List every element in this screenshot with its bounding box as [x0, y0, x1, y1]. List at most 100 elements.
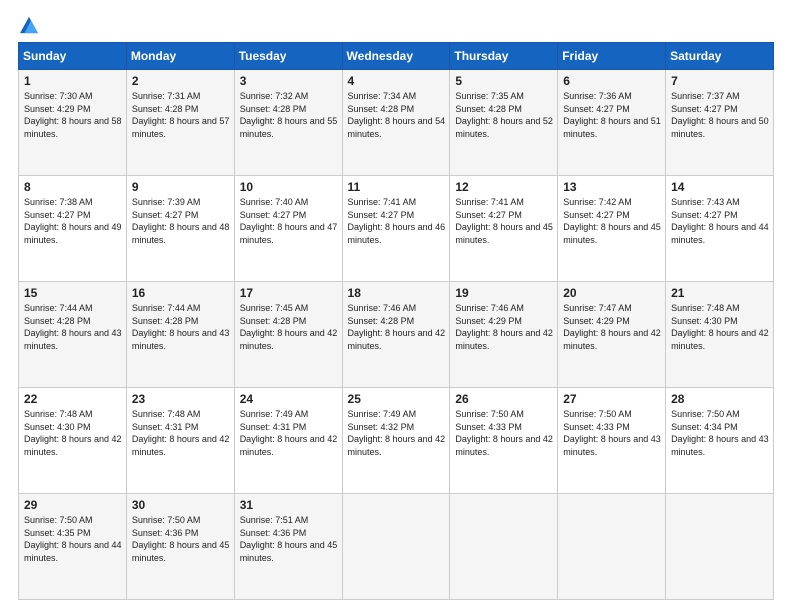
day-info: Sunrise: 7:38 AMSunset: 4:27 PMDaylight:…: [24, 196, 122, 246]
day-number: 2: [132, 74, 230, 88]
calendar-cell: 15Sunrise: 7:44 AMSunset: 4:28 PMDayligh…: [19, 282, 127, 388]
calendar-cell: 9 Sunrise: 7:39 AMSunset: 4:27 PMDaylight…: [126, 176, 234, 282]
calendar-cell: [558, 494, 666, 600]
day-info: Sunrise: 7:50 AMSunset: 4:36 PMDaylight:…: [132, 514, 230, 564]
day-info: Sunrise: 7:46 AMSunset: 4:28 PMDaylight:…: [348, 302, 446, 352]
calendar-week-row: 8 Sunrise: 7:38 AMSunset: 4:27 PMDaylight…: [19, 176, 774, 282]
day-number: 10: [240, 180, 338, 194]
day-info: Sunrise: 7:39 AMSunset: 4:27 PMDaylight:…: [132, 196, 230, 246]
day-number: 9: [132, 180, 230, 194]
day-info: Sunrise: 7:50 AMSunset: 4:35 PMDaylight:…: [24, 514, 122, 564]
calendar-cell: 29 Sunrise: 7:50 AMSunset: 4:35 PMDayligh…: [19, 494, 127, 600]
day-info: Sunrise: 7:35 AMSunset: 4:28 PMDaylight:…: [455, 90, 553, 140]
calendar-cell: 30 Sunrise: 7:50 AMSunset: 4:36 PMDayligh…: [126, 494, 234, 600]
day-number: 20: [563, 286, 661, 300]
day-info: Sunrise: 7:41 AMSunset: 4:27 PMDaylight:…: [455, 196, 553, 246]
calendar-cell: 1 Sunrise: 7:30 AMSunset: 4:29 PMDaylight…: [19, 70, 127, 176]
calendar-cell: 10 Sunrise: 7:40 AMSunset: 4:27 PMDayligh…: [234, 176, 342, 282]
calendar-cell: 24 Sunrise: 7:49 AMSunset: 4:31 PMDayligh…: [234, 388, 342, 494]
calendar-table: SundayMondayTuesdayWednesdayThursdayFrid…: [18, 42, 774, 600]
calendar-cell: 23 Sunrise: 7:48 AMSunset: 4:31 PMDayligh…: [126, 388, 234, 494]
day-info: Sunrise: 7:47 AMSunset: 4:29 PMDaylight:…: [563, 302, 661, 352]
page: SundayMondayTuesdayWednesdayThursdayFrid…: [0, 0, 792, 612]
calendar-cell: 8 Sunrise: 7:38 AMSunset: 4:27 PMDaylight…: [19, 176, 127, 282]
day-number: 13: [563, 180, 661, 194]
day-number: 28: [671, 392, 769, 406]
weekday-header-sunday: Sunday: [19, 43, 127, 70]
calendar-cell: [342, 494, 450, 600]
calendar-cell: 31 Sunrise: 7:51 AMSunset: 4:36 PMDayligh…: [234, 494, 342, 600]
day-info: Sunrise: 7:30 AMSunset: 4:29 PMDaylight:…: [24, 90, 122, 140]
weekday-header-friday: Friday: [558, 43, 666, 70]
day-info: Sunrise: 7:49 AMSunset: 4:32 PMDaylight:…: [348, 408, 446, 458]
day-number: 18: [348, 286, 446, 300]
calendar-cell: [450, 494, 558, 600]
day-number: 31: [240, 498, 338, 512]
calendar-cell: 28Sunrise: 7:50 AMSunset: 4:34 PMDayligh…: [666, 388, 774, 494]
day-info: Sunrise: 7:46 AMSunset: 4:29 PMDaylight:…: [455, 302, 553, 352]
day-number: 12: [455, 180, 553, 194]
day-number: 29: [24, 498, 122, 512]
calendar-cell: 18 Sunrise: 7:46 AMSunset: 4:28 PMDayligh…: [342, 282, 450, 388]
calendar-cell: 12 Sunrise: 7:41 AMSunset: 4:27 PMDayligh…: [450, 176, 558, 282]
logo-icon: [20, 16, 38, 34]
calendar-week-row: 1 Sunrise: 7:30 AMSunset: 4:29 PMDaylight…: [19, 70, 774, 176]
day-info: Sunrise: 7:50 AMSunset: 4:33 PMDaylight:…: [563, 408, 661, 458]
calendar-cell: 4Sunrise: 7:34 AMSunset: 4:28 PMDaylight…: [342, 70, 450, 176]
day-info: Sunrise: 7:32 AMSunset: 4:28 PMDaylight:…: [240, 90, 338, 140]
calendar-week-row: 29 Sunrise: 7:50 AMSunset: 4:35 PMDayligh…: [19, 494, 774, 600]
day-number: 3: [240, 74, 338, 88]
calendar-cell: 19 Sunrise: 7:46 AMSunset: 4:29 PMDayligh…: [450, 282, 558, 388]
day-info: Sunrise: 7:43 AMSunset: 4:27 PMDaylight:…: [671, 196, 769, 246]
day-info: Sunrise: 7:40 AMSunset: 4:27 PMDaylight:…: [240, 196, 338, 246]
calendar-cell: 13 Sunrise: 7:42 AMSunset: 4:27 PMDayligh…: [558, 176, 666, 282]
day-number: 19: [455, 286, 553, 300]
calendar-cell: 2 Sunrise: 7:31 AMSunset: 4:28 PMDaylight…: [126, 70, 234, 176]
day-info: Sunrise: 7:45 AMSunset: 4:28 PMDaylight:…: [240, 302, 338, 352]
day-number: 16: [132, 286, 230, 300]
day-number: 6: [563, 74, 661, 88]
day-number: 21: [671, 286, 769, 300]
weekday-header-thursday: Thursday: [450, 43, 558, 70]
calendar-cell: 27Sunrise: 7:50 AMSunset: 4:33 PMDayligh…: [558, 388, 666, 494]
day-info: Sunrise: 7:41 AMSunset: 4:27 PMDaylight:…: [348, 196, 446, 246]
calendar-cell: 20 Sunrise: 7:47 AMSunset: 4:29 PMDayligh…: [558, 282, 666, 388]
weekday-header-tuesday: Tuesday: [234, 43, 342, 70]
day-info: Sunrise: 7:49 AMSunset: 4:31 PMDaylight:…: [240, 408, 338, 458]
weekday-header-saturday: Saturday: [666, 43, 774, 70]
calendar-week-row: 15Sunrise: 7:44 AMSunset: 4:28 PMDayligh…: [19, 282, 774, 388]
calendar-week-row: 22 Sunrise: 7:48 AMSunset: 4:30 PMDayligh…: [19, 388, 774, 494]
day-number: 8: [24, 180, 122, 194]
calendar-cell: 26 Sunrise: 7:50 AMSunset: 4:33 PMDayligh…: [450, 388, 558, 494]
day-number: 22: [24, 392, 122, 406]
day-info: Sunrise: 7:42 AMSunset: 4:27 PMDaylight:…: [563, 196, 661, 246]
day-number: 5: [455, 74, 553, 88]
day-info: Sunrise: 7:31 AMSunset: 4:28 PMDaylight:…: [132, 90, 230, 140]
day-info: Sunrise: 7:48 AMSunset: 4:30 PMDaylight:…: [671, 302, 769, 352]
calendar-cell: 6 Sunrise: 7:36 AMSunset: 4:27 PMDaylight…: [558, 70, 666, 176]
calendar-cell: 25 Sunrise: 7:49 AMSunset: 4:32 PMDayligh…: [342, 388, 450, 494]
day-info: Sunrise: 7:37 AMSunset: 4:27 PMDaylight:…: [671, 90, 769, 140]
day-number: 26: [455, 392, 553, 406]
day-info: Sunrise: 7:48 AMSunset: 4:31 PMDaylight:…: [132, 408, 230, 458]
day-number: 15: [24, 286, 122, 300]
weekday-header-monday: Monday: [126, 43, 234, 70]
day-info: Sunrise: 7:34 AMSunset: 4:28 PMDaylight:…: [348, 90, 446, 140]
day-number: 14: [671, 180, 769, 194]
header: [18, 16, 774, 32]
day-info: Sunrise: 7:36 AMSunset: 4:27 PMDaylight:…: [563, 90, 661, 140]
day-info: Sunrise: 7:48 AMSunset: 4:30 PMDaylight:…: [24, 408, 122, 458]
day-info: Sunrise: 7:51 AMSunset: 4:36 PMDaylight:…: [240, 514, 338, 564]
day-number: 30: [132, 498, 230, 512]
day-number: 23: [132, 392, 230, 406]
calendar-cell: 3 Sunrise: 7:32 AMSunset: 4:28 PMDaylight…: [234, 70, 342, 176]
day-info: Sunrise: 7:50 AMSunset: 4:33 PMDaylight:…: [455, 408, 553, 458]
day-number: 1: [24, 74, 122, 88]
day-number: 24: [240, 392, 338, 406]
calendar-cell: 11 Sunrise: 7:41 AMSunset: 4:27 PMDayligh…: [342, 176, 450, 282]
calendar-header-row: SundayMondayTuesdayWednesdayThursdayFrid…: [19, 43, 774, 70]
day-number: 7: [671, 74, 769, 88]
day-number: 17: [240, 286, 338, 300]
day-number: 25: [348, 392, 446, 406]
day-number: 11: [348, 180, 446, 194]
